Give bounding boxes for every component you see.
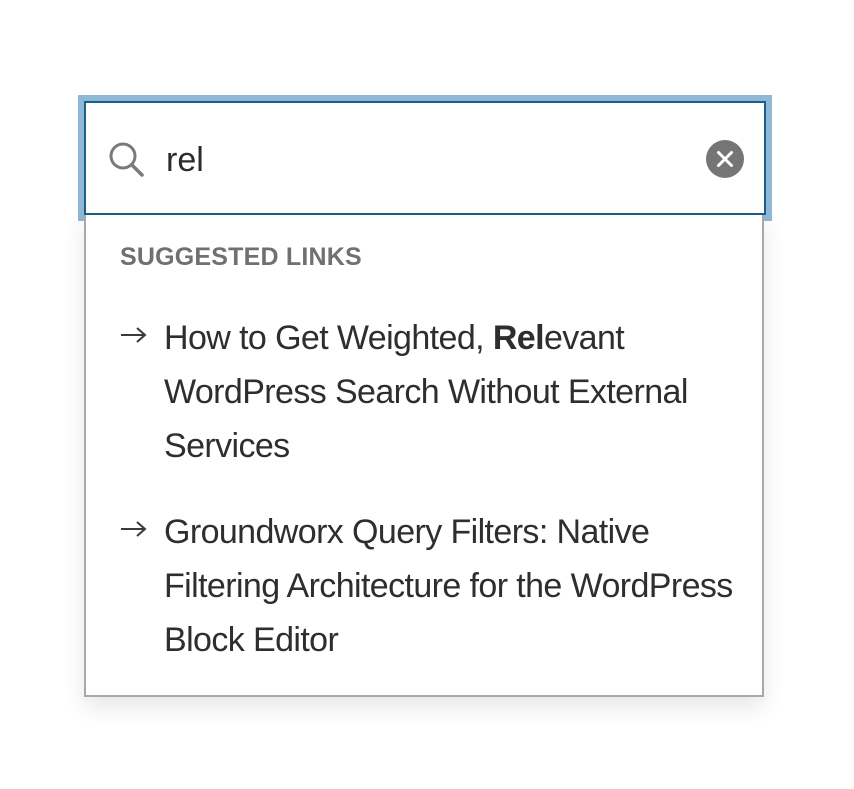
close-icon — [717, 151, 733, 167]
suggestion-title: How to Get Weighted, Relevant WordPress … — [164, 311, 754, 473]
clear-search-button[interactable] — [706, 140, 744, 178]
search-icon — [109, 142, 144, 177]
search-input[interactable] — [166, 133, 686, 187]
search-focus-ring — [78, 95, 772, 221]
suggestions-dropdown: SUGGESTED LINKS How to Get Weighted, Rel… — [84, 215, 764, 697]
search-box[interactable] — [84, 101, 766, 215]
arrow-right-icon — [121, 521, 147, 537]
suggestion-title-text: Groundworx Query Filters: Native Filteri… — [164, 513, 733, 659]
arrow-right-icon — [121, 327, 147, 343]
suggestion-title-text: How to Get Weighted, — [164, 319, 493, 357]
search-match-highlight: Rel — [492, 319, 545, 357]
suggestion-title: Groundworx Query Filters: Native Filteri… — [164, 505, 754, 667]
suggested-links-heading: SUGGESTED LINKS — [120, 243, 362, 271]
